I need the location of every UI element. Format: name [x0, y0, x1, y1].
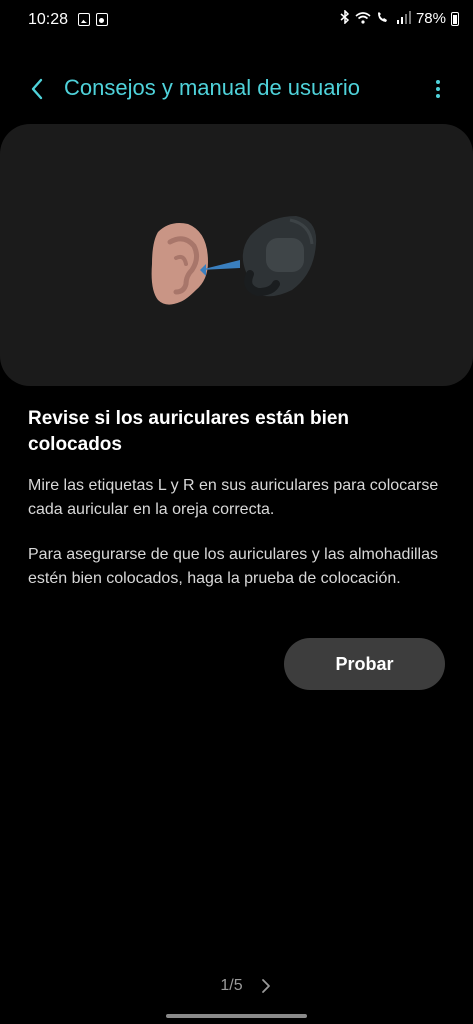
volte-icon	[376, 11, 390, 27]
app-bar: Consejos y manual de usuario	[0, 70, 473, 108]
speaker-icon	[96, 13, 108, 26]
page-indicator: 1/5	[220, 977, 243, 994]
battery-percent: 78%	[415, 10, 446, 27]
instruction-paragraph: Mire las etiquetas L y R en sus auricula…	[28, 477, 439, 518]
bluetooth-icon	[340, 9, 350, 27]
more-vertical-icon	[436, 80, 440, 98]
next-page-button[interactable]	[257, 976, 275, 996]
status-time: 10:28	[28, 11, 69, 28]
ear-earbud-illustration	[151, 216, 317, 305]
illustration-card	[0, 124, 473, 386]
ear-icon	[151, 223, 208, 305]
chevron-left-icon	[31, 78, 43, 100]
chevron-right-icon	[261, 979, 270, 993]
fit-test-paragraph: Para asegurarse de que los auriculares y…	[28, 546, 438, 587]
system-icons: 78%	[340, 9, 459, 27]
back-button[interactable]	[22, 72, 52, 106]
signal-icon	[395, 10, 411, 27]
page-title: Consejos y manual de usuario	[64, 75, 360, 100]
earbud-icon	[242, 216, 317, 297]
wifi-icon	[355, 11, 371, 27]
gallery-icon	[78, 13, 90, 26]
more-options-button[interactable]	[425, 74, 451, 104]
try-fit-test-button[interactable]: Probar	[284, 638, 445, 690]
battery-icon	[451, 11, 459, 26]
notification-icons	[78, 13, 108, 26]
section-title: Revise si los auriculares están bien col…	[28, 408, 350, 455]
home-indicator[interactable]	[166, 1014, 307, 1018]
status-bar: 10:28 78%	[0, 0, 473, 40]
pager: 1/5	[0, 974, 473, 998]
